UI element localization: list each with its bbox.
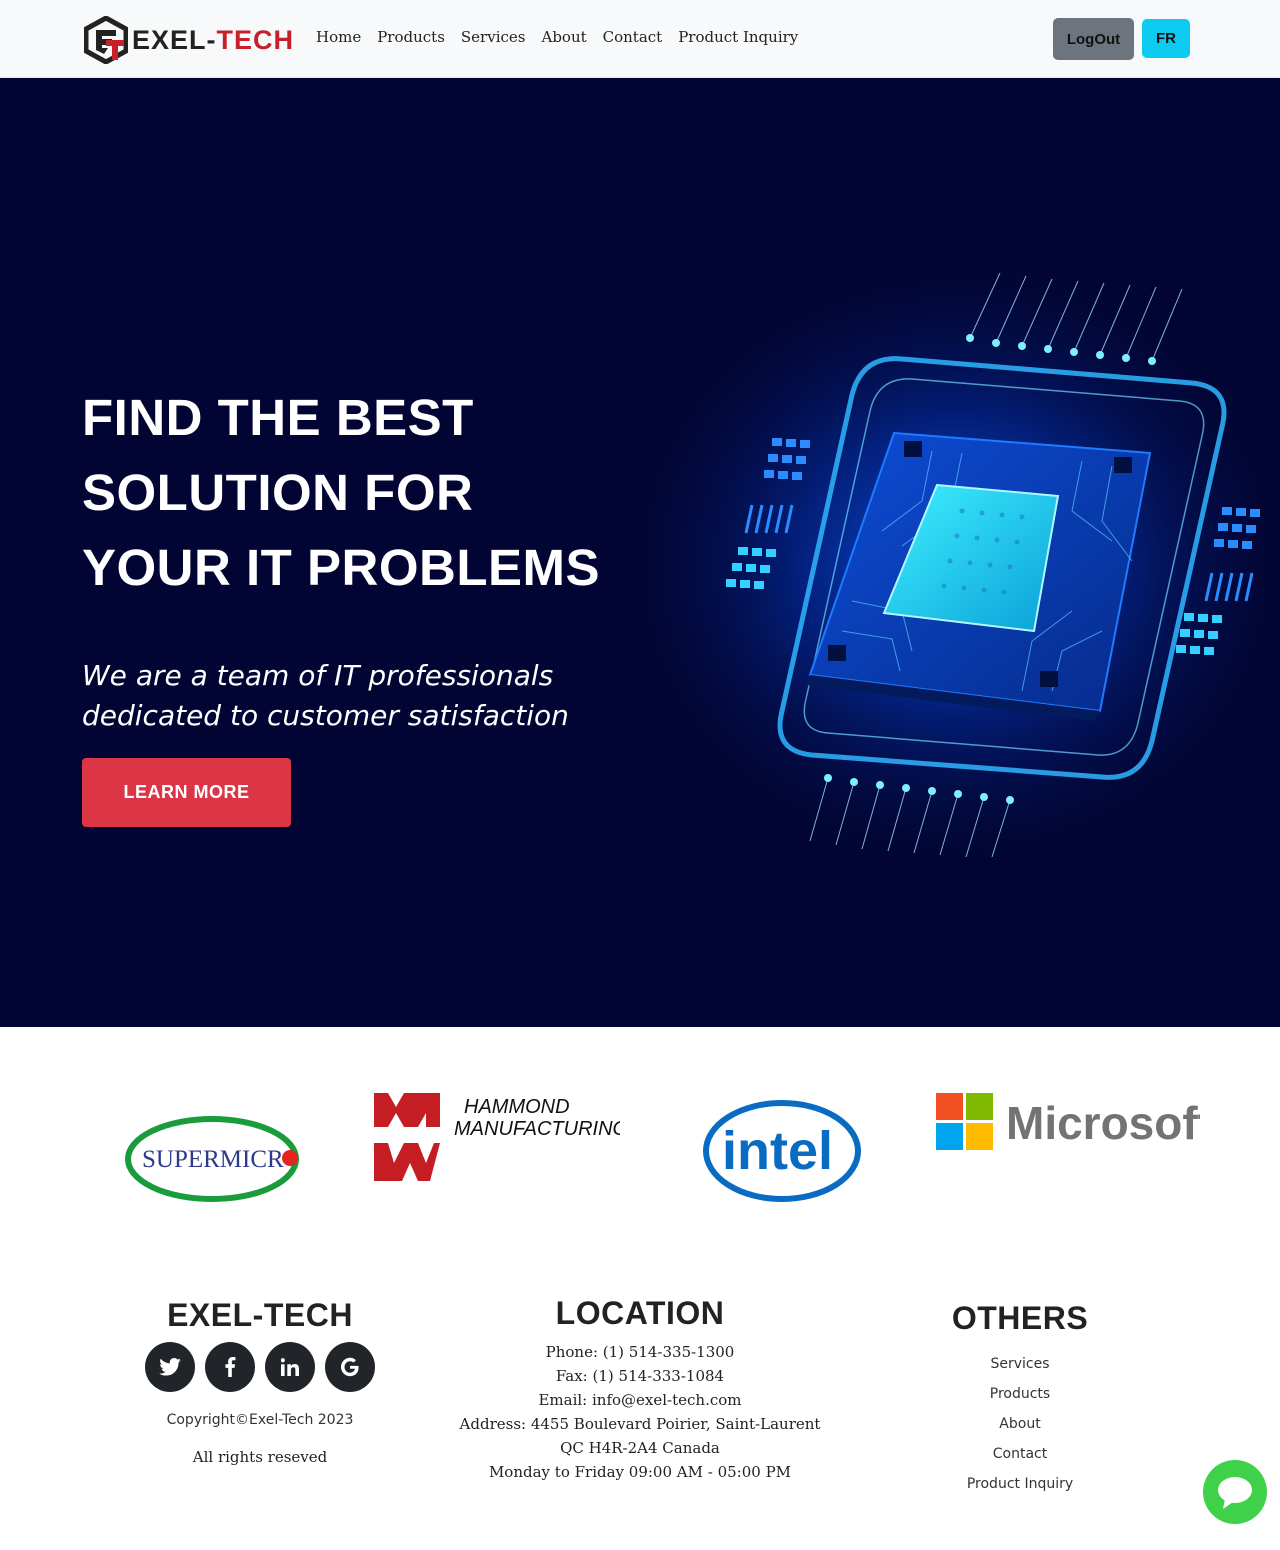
nav-product-inquiry[interactable]: Product Inquiry bbox=[678, 28, 798, 46]
phone-text: Phone: (1) 514-335-1300 bbox=[545, 1343, 735, 1361]
nav-products[interactable]: Products bbox=[377, 28, 445, 46]
footer-link-about[interactable]: About bbox=[900, 1409, 1140, 1439]
hammond-manufacturing-logo: HAMMOND MANUFACTURING bbox=[374, 1093, 620, 1181]
twitter-icon[interactable] bbox=[145, 1342, 195, 1392]
nav-services[interactable]: Services bbox=[461, 28, 526, 46]
copyright-text: Copyright©Exel-Tech 2023 bbox=[166, 1412, 354, 1428]
chat-widget-button[interactable] bbox=[1203, 1460, 1267, 1524]
rights-text: All rights reseved bbox=[192, 1448, 328, 1466]
svg-text:SUPERMICR: SUPERMICR bbox=[142, 1146, 284, 1173]
main-nav: Home Products Services About Contact Pro… bbox=[316, 28, 798, 46]
logout-button[interactable]: LogOut bbox=[1053, 18, 1134, 60]
footer-others: OTHERS Services Products About Contact P… bbox=[900, 1300, 1140, 1499]
footer-link-services[interactable]: Services bbox=[900, 1349, 1140, 1379]
footer-brand-title: EXEL-TECH bbox=[167, 1297, 353, 1333]
business-hours: Monday to Friday 09:00 AM - 05:00 PM bbox=[488, 1463, 792, 1481]
footer-link-products[interactable]: Products bbox=[900, 1379, 1140, 1409]
learn-more-button[interactable]: LEARN MORE bbox=[82, 758, 291, 827]
microsoft-logo: Microsoft bbox=[936, 1093, 1200, 1150]
cpu-chip-illustration bbox=[632, 271, 1280, 857]
footer-link-product-inquiry[interactable]: Product Inquiry bbox=[900, 1469, 1140, 1499]
svg-text:HAMMOND: HAMMOND bbox=[464, 1096, 570, 1118]
facebook-icon[interactable] bbox=[205, 1342, 255, 1392]
footer-others-title: OTHERS bbox=[951, 1300, 1089, 1336]
nav-about[interactable]: About bbox=[541, 28, 586, 46]
nav-contact[interactable]: Contact bbox=[603, 28, 663, 46]
svg-text:intel: intel bbox=[722, 1121, 833, 1181]
email-text: Email: info@exel-tech.com bbox=[538, 1391, 742, 1409]
navbar: EXEL-TECH Home Products Services About C… bbox=[0, 0, 1280, 78]
hero-section: FIND THE BEST SOLUTION FOR YOUR IT PROBL… bbox=[0, 78, 1280, 1027]
fax-text: Fax: (1) 514-333-1084 bbox=[555, 1367, 725, 1385]
partner-logos: SUPERMICR HAMMOND MANUFACTURING intel Mi… bbox=[0, 1027, 1280, 1267]
nav-home[interactable]: Home bbox=[316, 28, 361, 46]
intel-logo: intel bbox=[703, 1100, 861, 1202]
footer-location: LOCATION Phone: (1) 514-335-1300 Fax: (1… bbox=[440, 1295, 840, 1484]
google-icon[interactable] bbox=[325, 1342, 375, 1392]
address-line-1: Address: 4455 Boulevard Poirier, Saint-L… bbox=[459, 1415, 821, 1433]
address-line-2: QC H4R-2A4 Canada bbox=[560, 1439, 720, 1457]
language-toggle-button[interactable]: FR bbox=[1142, 19, 1190, 58]
supermicro-logo: SUPERMICR bbox=[125, 1116, 299, 1202]
social-links bbox=[140, 1342, 380, 1392]
logo-wordmark: EXEL-TECH bbox=[132, 24, 295, 55]
svg-text:MANUFACTURING: MANUFACTURING bbox=[454, 1118, 620, 1140]
hero-title: FIND THE BEST SOLUTION FOR YOUR IT PROBL… bbox=[82, 389, 601, 596]
footer-link-contact[interactable]: Contact bbox=[900, 1439, 1140, 1469]
svg-text:Microsoft: Microsoft bbox=[1006, 1097, 1200, 1149]
chat-bubble-icon bbox=[1218, 1477, 1252, 1509]
linkedin-icon[interactable] bbox=[265, 1342, 315, 1392]
footer-brand: EXEL-TECH Copyright©Exel-Tech 2023 All r… bbox=[140, 1297, 380, 1466]
logo-mark-icon bbox=[84, 16, 128, 64]
footer-location-title: LOCATION bbox=[555, 1295, 725, 1331]
hero-subtitle: We are a team of IT professionals dedica… bbox=[82, 659, 569, 732]
site-logo[interactable]: EXEL-TECH bbox=[84, 16, 294, 64]
